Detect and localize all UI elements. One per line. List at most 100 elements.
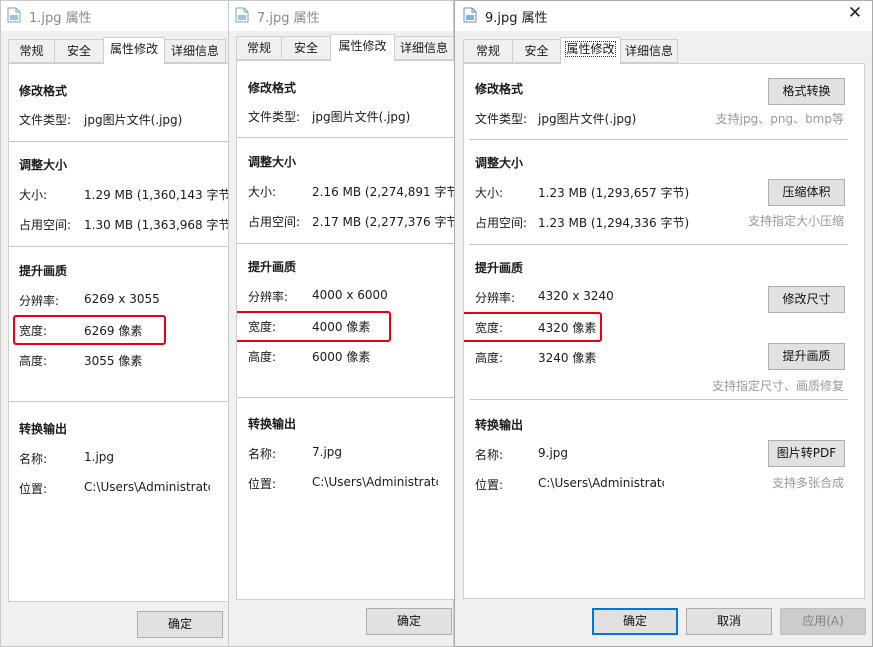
resolution-label: 分辨率: (19, 294, 60, 308)
tab-security[interactable]: 安全 (512, 39, 561, 63)
section-size: 调整大小 (248, 155, 297, 169)
properties-window-1: 1.jpg 属性 常规 安全 属性修改 详细信息 修改格式 文件类型: jpg图… (0, 0, 234, 647)
tab-details[interactable]: 详细信息 (620, 39, 678, 63)
size-label: 大小: (248, 185, 277, 199)
to-pdf-hint: 支持多张合成 (771, 476, 844, 490)
enhance-hint: 支持指定尺寸、画质修复 (711, 379, 844, 393)
compress-hint: 支持指定大小压缩 (747, 214, 844, 228)
tab-strip: 常规 安全 属性修改 详细信息 (229, 34, 454, 61)
ok-button[interactable]: 确定 (592, 608, 678, 635)
properties-window-7: 7.jpg 属性 常规 安全 属性修改 详细信息 修改格式 文件类型: jpg图… (228, 0, 456, 647)
section-format: 修改格式 (19, 84, 68, 98)
enhance-quality-button[interactable]: 提升画质 (768, 343, 845, 370)
height-value: 3240 像素 (538, 351, 597, 365)
tab-general[interactable]: 常规 (236, 36, 282, 60)
tab-details[interactable]: 详细信息 (394, 36, 454, 60)
size-label: 大小: (19, 188, 48, 202)
tab-strip: 常规 安全 属性修改 详细信息 (455, 37, 872, 64)
resolution-value: 6269 x 3055 (84, 292, 160, 306)
convert-format-button[interactable]: 格式转换 (768, 78, 845, 105)
width-value: 6269 像素 (84, 324, 143, 338)
section-output: 转换输出 (19, 422, 68, 436)
cancel-button[interactable]: 取消 (686, 608, 772, 635)
close-icon[interactable]: ✕ (842, 2, 868, 24)
compress-button[interactable]: 压缩体积 (768, 179, 845, 206)
width-value: 4000 像素 (312, 320, 371, 334)
section-quality: 提升画质 (19, 264, 68, 278)
tab-details[interactable]: 详细信息 (164, 39, 226, 63)
disk-size-value: 1.23 MB (1,294,336 字节) (538, 216, 690, 230)
height-value: 6000 像素 (312, 350, 371, 364)
image-file-icon (463, 7, 477, 23)
divider (237, 137, 455, 138)
file-type-label: 文件类型: (19, 113, 72, 127)
name-label: 名称: (475, 448, 504, 462)
resolution-label: 分辨率: (475, 291, 516, 305)
height-label: 高度: (19, 354, 48, 368)
file-type-label: 文件类型: (248, 110, 301, 124)
to-pdf-button[interactable]: 图片转PDF (768, 440, 845, 467)
location-label: 位置: (475, 478, 504, 492)
window-title: 9.jpg 属性 (485, 11, 548, 26)
section-quality: 提升画质 (475, 261, 524, 275)
name-label: 名称: (19, 452, 48, 466)
height-label: 高度: (475, 351, 504, 365)
file-type-value: jpg图片文件(.jpg) (84, 113, 183, 127)
ok-button[interactable]: 确定 (137, 611, 223, 638)
tab-security[interactable]: 安全 (281, 36, 331, 60)
divider (470, 139, 848, 140)
window-title: 7.jpg 属性 (257, 11, 320, 26)
width-value: 4320 像素 (538, 321, 597, 335)
location-label: 位置: (248, 477, 277, 491)
location-label: 位置: (19, 482, 48, 496)
name-value: 9.jpg (538, 446, 569, 460)
resolution-value: 4320 x 3240 (538, 289, 614, 303)
ok-button[interactable]: 确定 (366, 608, 452, 635)
divider (470, 399, 848, 400)
window-title: 1.jpg 属性 (29, 11, 92, 26)
divider (237, 243, 455, 244)
divider (9, 401, 233, 402)
disk-size-label: 占用空间: (475, 216, 528, 230)
name-value: 1.jpg (84, 450, 115, 464)
resolution-label: 分辨率: (248, 290, 289, 304)
name-value: 7.jpg (312, 445, 343, 459)
disk-size-value: 2.17 MB (2,277,376 字节) (312, 215, 456, 229)
tab-general[interactable]: 常规 (463, 39, 513, 63)
section-quality: 提升画质 (248, 260, 297, 274)
size-label: 大小: (475, 186, 504, 200)
divider (9, 141, 233, 142)
apply-button[interactable]: 应用(A) (780, 608, 866, 635)
tab-general[interactable]: 常规 (8, 39, 55, 63)
section-output: 转换输出 (248, 417, 297, 431)
tab-panel: 修改格式 文件类型: jpg图片文件(.jpg) 调整大小 大小: 2.16 M… (236, 60, 456, 600)
file-type-value: jpg图片文件(.jpg) (312, 110, 411, 124)
section-format: 修改格式 (475, 82, 524, 96)
size-value: 2.16 MB (2,274,891 字节) (312, 185, 456, 199)
size-value: 1.23 MB (1,293,657 字节) (538, 186, 690, 200)
tab-attribute-modify[interactable]: 属性修改 (103, 37, 165, 64)
tab-attribute-modify[interactable]: 属性修改 (560, 37, 621, 64)
width-label: 宽度: (475, 321, 504, 335)
title-bar[interactable]: 9.jpg 属性 ✕ (455, 1, 872, 31)
tab-security[interactable]: 安全 (54, 39, 104, 63)
resize-button[interactable]: 修改尺寸 (768, 286, 845, 313)
divider (237, 397, 455, 398)
divider (470, 244, 848, 245)
title-bar[interactable]: 7.jpg 属性 (229, 1, 453, 31)
disk-size-value: 1.30 MB (1,363,968 字节) (84, 218, 234, 232)
image-file-icon (235, 7, 249, 23)
properties-window-9: 9.jpg 属性 ✕ 常规 安全 属性修改 详细信息 修改格式 格式转换 文件类… (454, 0, 873, 647)
height-label: 高度: (248, 350, 277, 364)
convert-format-hint: 支持jpg、png、bmp等 (715, 112, 844, 126)
tab-strip: 常规 安全 属性修改 详细信息 (1, 37, 233, 64)
location-value: C:\Users\Administratc (84, 480, 210, 494)
section-format: 修改格式 (248, 81, 297, 95)
divider (9, 246, 233, 247)
title-bar[interactable]: 1.jpg 属性 (1, 1, 233, 31)
location-value: C:\Users\Administratc (538, 476, 664, 490)
tab-attribute-modify[interactable]: 属性修改 (330, 34, 395, 61)
file-type-value: jpg图片文件(.jpg) (538, 112, 637, 126)
section-size: 调整大小 (19, 158, 68, 172)
disk-size-label: 占用空间: (248, 215, 301, 229)
